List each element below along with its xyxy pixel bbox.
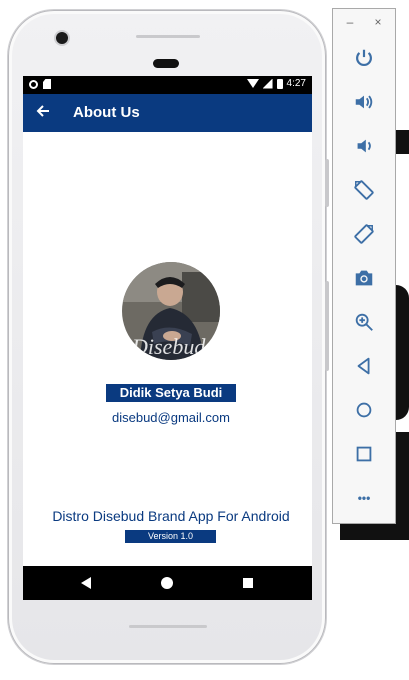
close-button[interactable]: × (371, 15, 385, 29)
rotate-left-icon[interactable] (351, 177, 377, 203)
earpiece (153, 59, 179, 68)
status-time: 4:27 (286, 78, 306, 89)
home-icon[interactable] (351, 397, 377, 423)
nav-overview-icon[interactable] (243, 578, 253, 588)
app-tagline: Distro Disebud Brand App For Android (52, 508, 290, 524)
camera-icon[interactable] (351, 265, 377, 291)
front-camera (56, 32, 68, 44)
wifi-icon (246, 79, 259, 88)
emulator-toolbar: – × ••• (332, 8, 396, 524)
volume-side-button (325, 281, 329, 371)
device-screen: 4:27 About Us Disebud Didik Setya Budi d… (23, 76, 312, 600)
nav-home-icon[interactable] (161, 577, 173, 589)
avatar: Disebud (122, 262, 220, 360)
status-bar: 4:27 (23, 76, 312, 94)
profile-name: Didik Setya Budi (106, 384, 236, 402)
volume-up-icon[interactable] (351, 89, 377, 115)
power-side-button (325, 159, 329, 207)
background-graphic (396, 285, 409, 420)
profile-email: disebud@gmail.com (112, 410, 230, 425)
top-speaker (136, 35, 200, 38)
power-icon[interactable] (351, 45, 377, 71)
back-icon[interactable] (351, 353, 377, 379)
page-title: About Us (73, 104, 140, 121)
app-bar: About Us (23, 94, 312, 132)
zoom-icon[interactable] (351, 309, 377, 335)
phone-frame: 4:27 About Us Disebud Didik Setya Budi d… (8, 10, 329, 664)
battery-icon (276, 78, 283, 89)
overview-icon[interactable] (351, 441, 377, 467)
navigation-bar (23, 566, 312, 600)
minimize-button[interactable]: – (343, 15, 357, 29)
more-icon[interactable]: ••• (351, 485, 377, 511)
rotate-right-icon[interactable] (351, 221, 377, 247)
signal-icon (262, 78, 273, 89)
version-badge: Version 1.0 (125, 530, 216, 543)
arrow-left-icon[interactable] (32, 101, 54, 123)
notification-icon (29, 79, 38, 89)
bottom-speaker (129, 625, 207, 628)
volume-down-icon[interactable] (351, 133, 377, 159)
background-graphic (396, 130, 409, 154)
photo-watermark-text: Disebud (131, 334, 206, 359)
nav-back-icon[interactable] (81, 577, 91, 589)
sd-card-icon (43, 79, 51, 89)
